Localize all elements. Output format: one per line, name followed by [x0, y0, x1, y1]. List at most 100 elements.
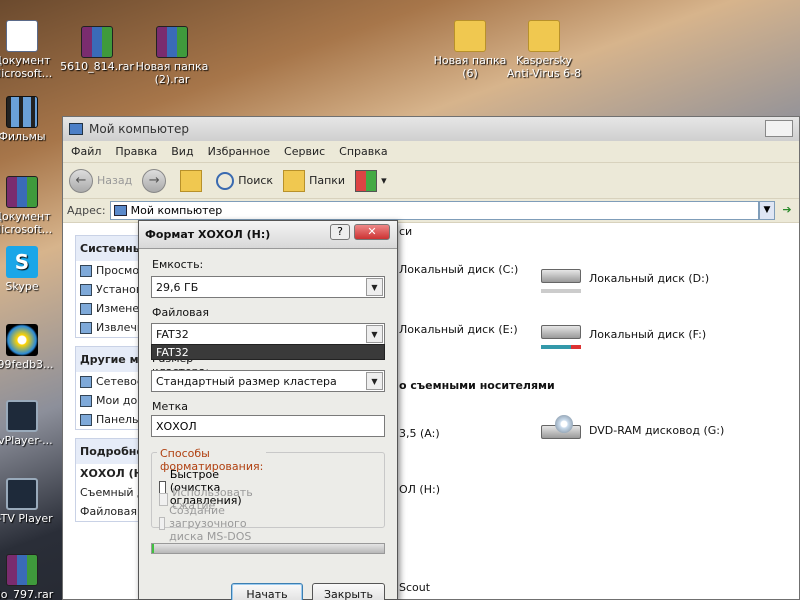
place-my-documents[interactable]: Мои документы	[76, 391, 138, 410]
search-icon	[216, 171, 235, 190]
explorer-title-bar[interactable]: Мой компьютер	[63, 117, 799, 141]
desktop-icon-cd[interactable]: 699fedb3...	[0, 324, 62, 371]
task-add-remove-programs[interactable]: Установка и удаление программ	[76, 280, 138, 299]
my-computer-icon	[69, 123, 83, 135]
address-input[interactable]: Мой компьютер	[109, 201, 759, 220]
desktop-icon-skype[interactable]: S Skype	[0, 246, 62, 293]
drive-h[interactable]: ОЛ (H:)	[399, 483, 440, 496]
drive-a[interactable]: 3,5 (A:)	[399, 427, 440, 440]
up-folder-icon	[180, 169, 203, 192]
hard-disk-icon	[539, 261, 583, 295]
drive-d[interactable]: Локальный диск (D:)	[539, 261, 709, 295]
chevron-down-icon: ▼	[366, 278, 383, 296]
hard-disk-icon	[539, 317, 583, 351]
back-label: Назад	[97, 174, 133, 187]
desktop-icon-ptv-player[interactable]: P-TV Player	[0, 478, 62, 525]
monitor-icon	[6, 400, 38, 432]
desktop-icon-label: Kaspersky Anti-Virus 6-8	[506, 54, 582, 80]
place-label: Панель управления	[96, 413, 138, 426]
back-button[interactable]: ← Назад	[69, 168, 133, 193]
volume-label-input[interactable]: ХОХОЛ	[151, 415, 385, 437]
drive-g[interactable]: DVD-RAM дисковод (G:)	[539, 413, 724, 447]
up-folder-button[interactable]	[180, 169, 206, 192]
drive-c[interactable]: Локальный диск (C:)	[399, 263, 518, 276]
desktop-icon-document[interactable]: Документ Microsoft...	[0, 20, 62, 80]
desktop-icon-label: 5610_814.rar	[60, 60, 134, 73]
filesystem-option-fat32[interactable]: FAT32	[151, 344, 385, 360]
close-dialog-button[interactable]: Закрыть	[312, 583, 385, 600]
system-tasks-header[interactable]: Системные задачи	[76, 236, 138, 261]
menu-favorites[interactable]: Избранное	[208, 145, 270, 158]
place-label: Мои документы	[96, 394, 138, 407]
rar-archive-icon	[81, 26, 113, 58]
desktop-icon-rar-audio[interactable]: dio_797.rar	[0, 554, 62, 600]
task-eject[interactable]: Извлечь	[76, 318, 138, 337]
forward-button[interactable]: →	[142, 168, 170, 193]
cluster-size-select[interactable]: Стандартный размер кластера ▼	[151, 370, 385, 392]
task-pane: Системные задачи Просмотр сведений о сис…	[75, 235, 139, 530]
menu-edit[interactable]: Правка	[115, 145, 157, 158]
menu-view[interactable]: Вид	[171, 145, 193, 158]
task-label: Изменение параметра	[96, 302, 138, 315]
capacity-value: 29,6 ГБ	[156, 280, 199, 294]
address-label: Адрес:	[67, 204, 106, 217]
control-panel-icon	[80, 413, 92, 426]
desktop-icon-new-folder-rar[interactable]: Новая папка (2).rar	[132, 26, 212, 86]
desktop-icon-tvplayer[interactable]: TvPlayer-...	[0, 400, 62, 447]
minimize-button[interactable]	[765, 120, 793, 137]
search-button[interactable]: Поиск	[216, 171, 274, 190]
desktop-icon-rar-document[interactable]: Документ Microsoft...	[0, 176, 62, 236]
task-view-system-info[interactable]: Просмотр сведений о системе	[76, 261, 138, 280]
forward-arrow-icon: →	[142, 168, 167, 193]
menu-bar: Файл Правка Вид Избранное Сервис Справка	[63, 141, 799, 163]
dialog-title: Формат ХОХОЛ (H:)	[145, 228, 271, 241]
details-box: Подробно ХОХОЛ (H:) Съемный диск Файлова…	[75, 438, 139, 522]
rar-archive-icon	[6, 554, 38, 586]
task-change-setting[interactable]: Изменение параметра	[76, 299, 138, 318]
dvd-drive-icon	[539, 413, 583, 447]
drive-c-label: Локальный диск (C:)	[399, 263, 519, 276]
drive-e[interactable]: Локальный диск (E:)	[399, 323, 518, 336]
chevron-down-icon: ▾	[381, 174, 387, 187]
go-arrow-icon[interactable]: ➔	[777, 201, 797, 220]
capacity-select[interactable]: 29,6 ГБ ▼	[151, 276, 385, 298]
menu-tools[interactable]: Сервис	[284, 145, 325, 158]
documents-icon	[80, 394, 92, 407]
folder-icon	[454, 20, 486, 52]
place-control-panel[interactable]: Панель управления	[76, 410, 138, 429]
desktop-icon-new-folder-6[interactable]: Новая папка (6)	[430, 20, 510, 80]
place-network[interactable]: Сетевое окружение	[76, 372, 138, 391]
desktop-icon-label: dio_797.rar	[0, 588, 54, 600]
scout-item[interactable]: Scout	[399, 581, 430, 594]
desktop-icon-films[interactable]: Фильмы	[0, 96, 62, 143]
help-button[interactable]: ?	[330, 224, 350, 240]
checkbox-box	[159, 517, 166, 530]
desktop-icon-kaspersky[interactable]: Kaspersky Anti-Virus 6-8	[504, 20, 584, 80]
place-label: Сетевое окружение	[96, 375, 138, 388]
views-button[interactable]: ▾	[355, 169, 387, 192]
filesystem-value: FAT32	[156, 327, 189, 341]
drive-g-label: DVD-RAM дисковод (G:)	[589, 423, 725, 437]
details-header[interactable]: Подробно	[76, 439, 138, 464]
explorer-title: Мой компьютер	[89, 122, 189, 136]
menu-help[interactable]: Справка	[339, 145, 387, 158]
start-button[interactable]: Начать	[231, 583, 303, 600]
msdos-boot-disk-checkbox[interactable]: Создание загрузочного диска MS-DOS	[159, 504, 253, 543]
address-dropdown[interactable]: ▼	[759, 201, 775, 220]
filesystem-select[interactable]: FAT32 ▼	[151, 323, 385, 345]
desktop-icon-rar-5610[interactable]: 5610_814.rar	[57, 26, 137, 73]
toolbar: ← Назад → Поиск Папки ▾	[63, 163, 799, 199]
other-places-box: Другие места Сетевое окружение Мои докум…	[75, 346, 139, 430]
close-button[interactable]: ✕	[354, 224, 390, 240]
scout-label: Scout	[399, 581, 431, 594]
system-tasks-box: Системные задачи Просмотр сведений о сис…	[75, 235, 139, 338]
rar-archive-icon	[6, 176, 38, 208]
folders-button[interactable]: Папки	[283, 169, 345, 192]
check-icon	[80, 264, 92, 277]
drive-f[interactable]: Локальный диск (F:)	[539, 317, 706, 351]
folder-icon	[283, 169, 306, 192]
search-label: Поиск	[238, 174, 274, 187]
menu-file[interactable]: Файл	[71, 145, 101, 158]
other-places-header[interactable]: Другие места	[76, 347, 138, 372]
programs-icon	[80, 283, 92, 296]
